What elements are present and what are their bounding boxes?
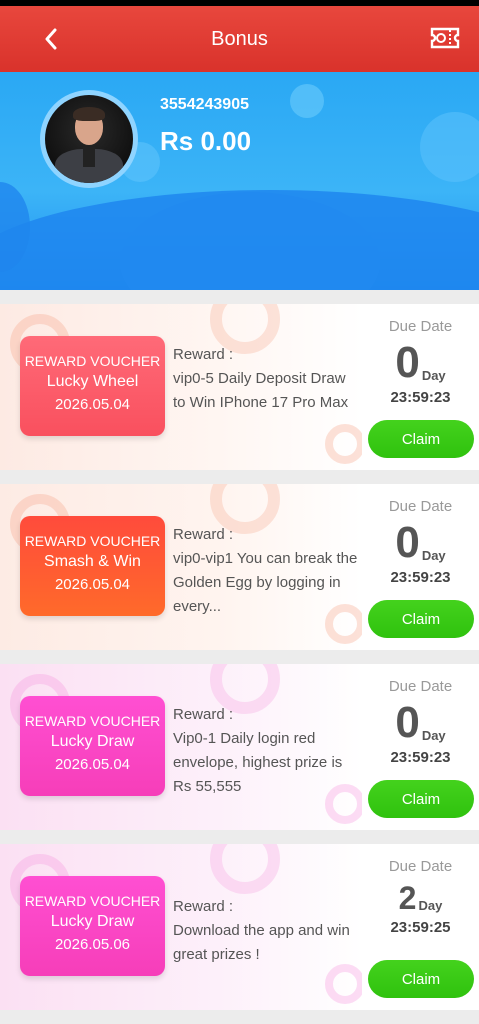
claim-button[interactable]: Claim xyxy=(368,780,474,818)
countdown-time: 23:59:23 xyxy=(390,569,451,586)
countdown-time: 23:59:23 xyxy=(390,749,451,766)
due-date-label: Due Date xyxy=(388,858,453,875)
reward-text: vip0-vip1 You can break the Golden Egg b… xyxy=(173,550,358,615)
reward-text: Vip0-1 Daily login red envelope, highest… xyxy=(173,730,343,795)
due-date-label: Due Date xyxy=(388,678,453,695)
voucher-date: 2026.05.06 xyxy=(54,936,131,953)
reward-label: Reward : xyxy=(173,526,234,543)
avatar[interactable] xyxy=(40,90,138,188)
page-title: Bonus xyxy=(211,27,268,50)
voucher-name: Lucky Wheel xyxy=(46,373,139,390)
voucher-tag: REWARD VOUCHER xyxy=(24,533,161,549)
reward-text: Download the app and win great prizes ! xyxy=(173,922,350,963)
top-bar: Bonus xyxy=(0,6,479,72)
days-remaining: 0 Day xyxy=(362,341,479,385)
voucher-list: REWARD VOUCHER Lucky Wheel 2026.05.04 Re… xyxy=(0,290,479,1010)
voucher-date: 2026.05.04 xyxy=(54,576,131,593)
user-id: 3554243905 xyxy=(160,96,249,113)
voucher-tag: REWARD VOUCHER xyxy=(24,713,161,729)
countdown-time: 23:59:23 xyxy=(390,389,451,406)
days-count: 0 xyxy=(395,518,420,567)
voucher-card: REWARD VOUCHER Lucky Draw 2026.05.06 Rew… xyxy=(0,844,479,1010)
due-panel: Due Date 0 Day 23:59:23 Claim xyxy=(362,484,479,650)
due-panel: Due Date 0 Day 23:59:23 Claim xyxy=(362,304,479,470)
voucher-date: 2026.05.04 xyxy=(54,756,131,773)
voucher-card: REWARD VOUCHER Lucky Draw 2026.05.04 Rew… xyxy=(0,664,479,830)
due-panel: Due Date 0 Day 23:59:23 Claim xyxy=(362,664,479,830)
voucher-badge: REWARD VOUCHER Lucky Draw 2026.05.06 xyxy=(20,876,165,976)
chevron-left-icon xyxy=(45,28,57,50)
reward-label: Reward : xyxy=(173,346,234,363)
days-remaining: 0 Day xyxy=(362,521,479,565)
days-count: 2 xyxy=(398,880,417,916)
voucher-name: Lucky Draw xyxy=(50,733,135,750)
reward-text: vip0-5 Daily Deposit Draw to Win IPhone … xyxy=(173,370,349,411)
voucher-history-button[interactable] xyxy=(429,24,461,52)
due-date-label: Due Date xyxy=(388,498,453,515)
voucher-name: Smash & Win xyxy=(44,553,141,570)
voucher-card: REWARD VOUCHER Smash & Win 2026.05.04 Re… xyxy=(0,484,479,650)
ticket-icon xyxy=(430,27,460,49)
reward-label: Reward : xyxy=(173,898,234,915)
due-panel: Due Date 2 Day 23:59:25 Claim xyxy=(362,844,479,1010)
reward-description: Reward : vip0-5 Daily Deposit Draw to Wi… xyxy=(173,343,358,415)
voucher-date: 2026.05.04 xyxy=(54,396,131,413)
days-unit: Day xyxy=(421,368,446,383)
back-button[interactable] xyxy=(36,22,66,56)
reward-description: Reward : vip0-vip1 You can break the Gol… xyxy=(173,523,358,619)
voucher-badge: REWARD VOUCHER Lucky Draw 2026.05.04 xyxy=(20,696,165,796)
voucher-card: REWARD VOUCHER Lucky Wheel 2026.05.04 Re… xyxy=(0,304,479,470)
days-unit: Day xyxy=(418,898,443,913)
days-unit: Day xyxy=(421,728,446,743)
claim-button[interactable]: Claim xyxy=(368,960,474,998)
voucher-name: Lucky Draw xyxy=(50,913,135,930)
days-remaining: 0 Day xyxy=(362,701,479,745)
voucher-badge: REWARD VOUCHER Smash & Win 2026.05.04 xyxy=(20,516,165,616)
reward-description: Reward : Download the app and win great … xyxy=(173,895,358,967)
due-date-label: Due Date xyxy=(388,318,453,335)
voucher-tag: REWARD VOUCHER xyxy=(24,353,161,369)
days-unit: Day xyxy=(421,548,446,563)
voucher-tag: REWARD VOUCHER xyxy=(24,893,161,909)
claim-button[interactable]: Claim xyxy=(368,600,474,638)
days-remaining: 2 Day xyxy=(362,881,479,915)
profile-banner: 3554243905 Rs 0.00 xyxy=(0,72,479,290)
days-count: 0 xyxy=(395,698,420,747)
countdown-time: 23:59:25 xyxy=(390,919,451,936)
balance: Rs 0.00 xyxy=(160,126,252,156)
days-count: 0 xyxy=(395,338,420,387)
voucher-badge: REWARD VOUCHER Lucky Wheel 2026.05.04 xyxy=(20,336,165,436)
reward-label: Reward : xyxy=(173,706,234,723)
reward-description: Reward : Vip0-1 Daily login red envelope… xyxy=(173,703,358,799)
claim-button[interactable]: Claim xyxy=(368,420,474,458)
